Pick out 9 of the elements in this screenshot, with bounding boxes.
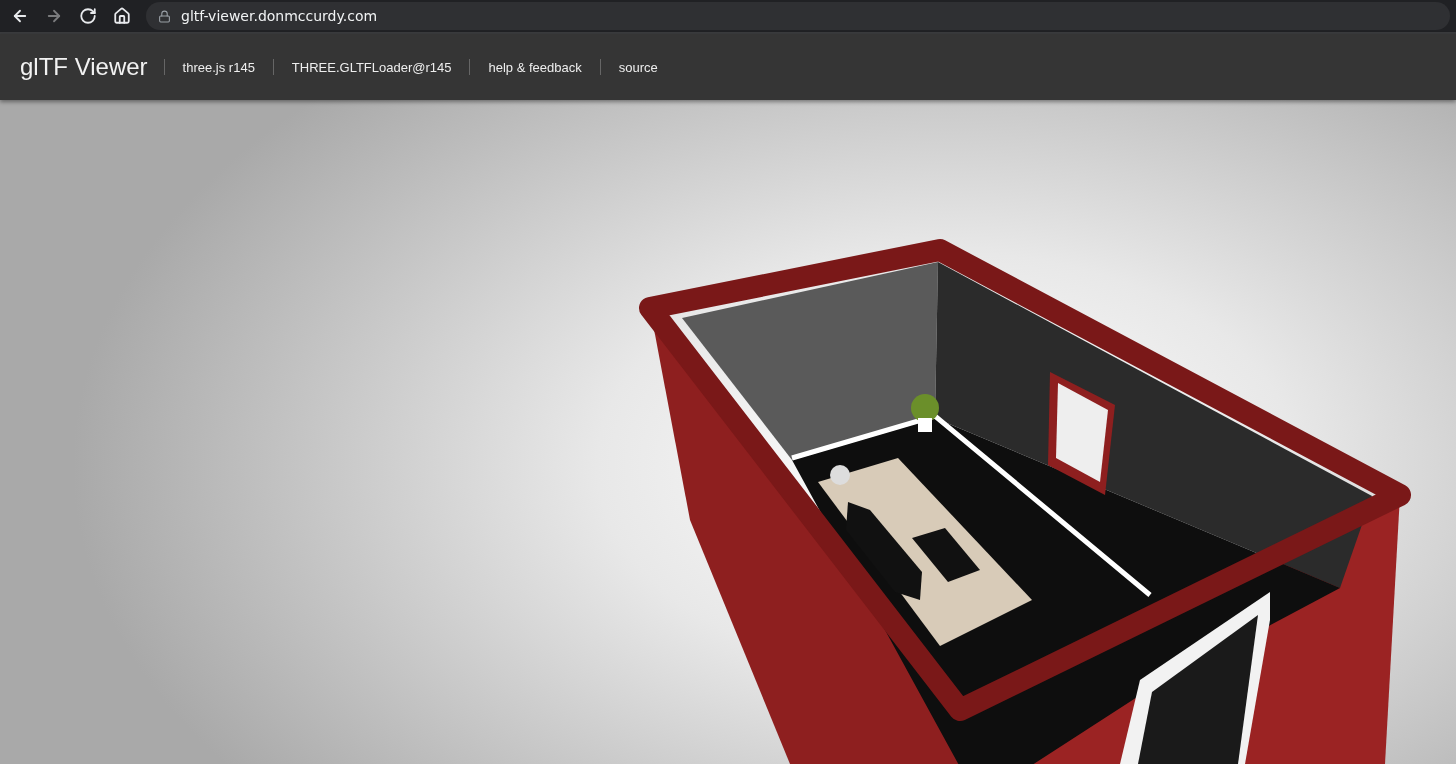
lock-icon [158, 9, 171, 23]
nav-link[interactable]: help & feedback [470, 59, 600, 75]
url-text: gltf-viewer.donmccurdy.com [181, 8, 378, 24]
nav-link[interactable]: three.js r145 [164, 59, 273, 75]
address-bar[interactable]: gltf-viewer.donmccurdy.com [146, 2, 1450, 30]
3d-viewport[interactable] [0, 100, 1456, 764]
nav-link[interactable]: THREE.GLTFLoader@r145 [273, 59, 470, 75]
app-title: glTF Viewer [20, 53, 149, 81]
nav-link[interactable]: source [600, 59, 676, 75]
